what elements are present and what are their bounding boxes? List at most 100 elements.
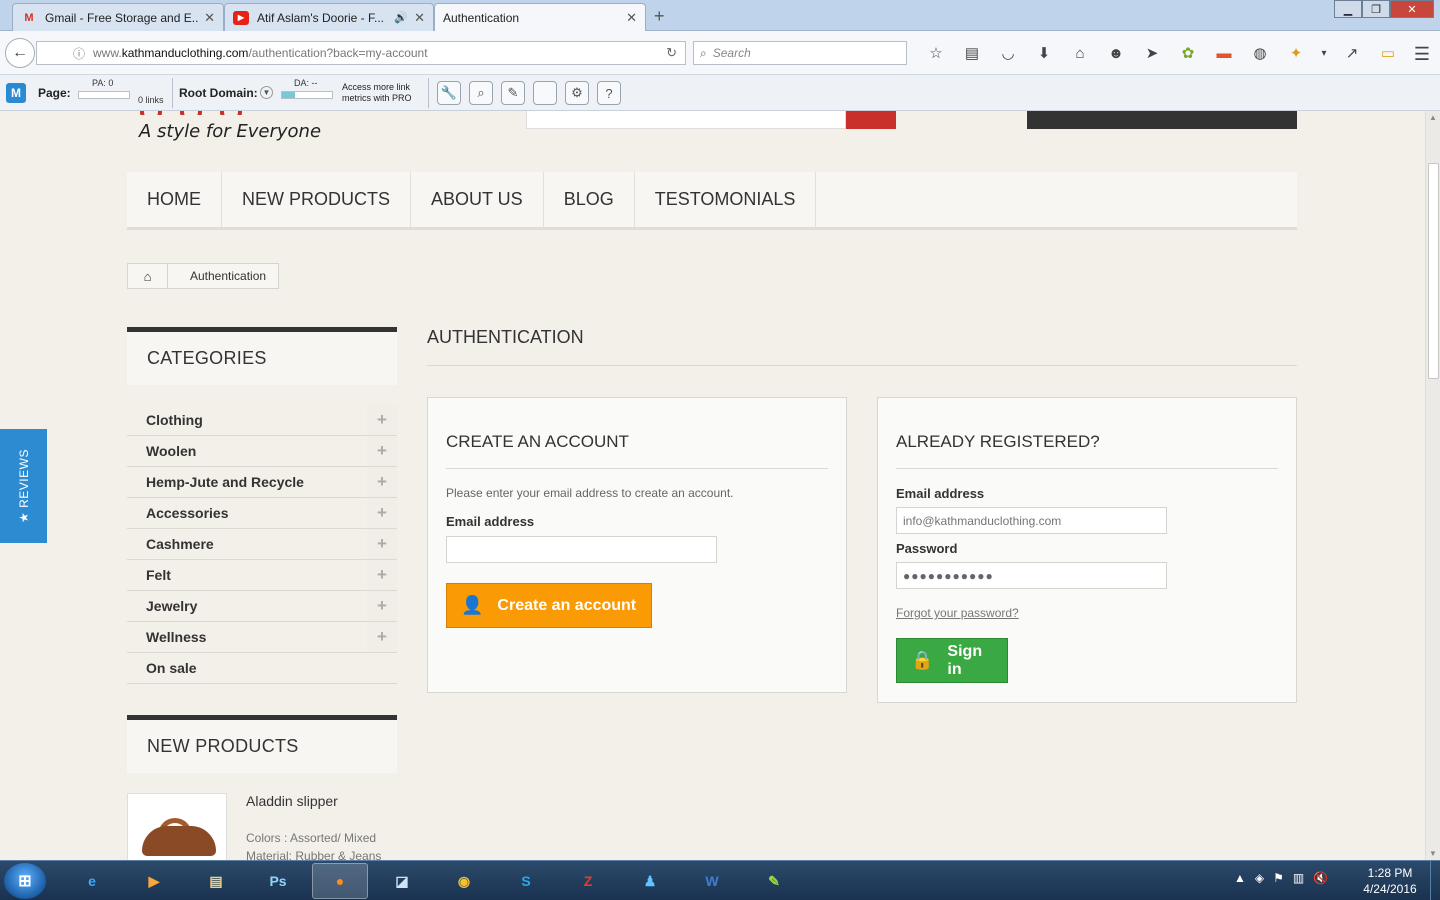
- globe-icon[interactable]: ◍: [1242, 41, 1278, 65]
- site-logo[interactable]: [140, 111, 320, 115]
- extension-flower-icon[interactable]: ✿: [1170, 41, 1206, 65]
- minimize-icon[interactable]: ▁: [1334, 0, 1362, 18]
- flag-icon[interactable]: ⚑: [1273, 871, 1284, 885]
- scroll-up-icon[interactable]: ▲: [1429, 113, 1437, 122]
- cart-button[interactable]: [1027, 111, 1297, 129]
- photoshop-icon[interactable]: Ps: [250, 863, 306, 899]
- home-icon[interactable]: ⌂: [1062, 41, 1098, 65]
- tab-youtube[interactable]: ▶ Atif Aslam's Doorie - F... 🔊 ✕: [224, 3, 434, 31]
- speaker-icon[interactable]: 🔊: [394, 11, 408, 24]
- volume-icon[interactable]: 🔇: [1313, 871, 1328, 885]
- nav-new-products[interactable]: NEW PRODUCTS: [222, 172, 411, 227]
- create-account-button[interactable]: 👤 Create an account: [446, 583, 652, 628]
- internet-explorer-icon[interactable]: e: [64, 863, 120, 899]
- reload-icon[interactable]: ↻: [666, 45, 677, 61]
- sign-in-button[interactable]: 🔒 Sign in: [896, 638, 1008, 683]
- highlight-box-icon[interactable]: [533, 81, 557, 105]
- system-clock[interactable]: 1:28 PM 4/24/2016: [1358, 865, 1422, 897]
- tray-app-icon[interactable]: ◈: [1255, 871, 1264, 885]
- notepad-plus-icon[interactable]: ✎: [746, 863, 802, 899]
- reading-list-icon[interactable]: ▤: [954, 41, 990, 65]
- new-tab-button[interactable]: +: [654, 6, 665, 27]
- category-item[interactable]: Accessories +: [127, 498, 397, 529]
- maximize-icon[interactable]: ❐: [1362, 0, 1390, 18]
- close-window-icon[interactable]: ✕: [1390, 0, 1434, 18]
- plus-icon[interactable]: +: [367, 560, 397, 590]
- scrollbar-thumb[interactable]: [1428, 163, 1439, 379]
- chrome-icon[interactable]: ◉: [436, 863, 492, 899]
- category-item[interactable]: Woolen +: [127, 436, 397, 467]
- page-scrollbar[interactable]: ▲ ▼: [1425, 111, 1440, 860]
- people-app-icon[interactable]: ♟: [622, 863, 678, 899]
- password-input[interactable]: [896, 562, 1167, 589]
- close-tab-icon[interactable]: ✕: [414, 10, 425, 26]
- nav-blog[interactable]: BLOG: [544, 172, 635, 227]
- site-search-input[interactable]: [526, 111, 846, 129]
- start-button[interactable]: ⊞: [4, 863, 46, 899]
- create-email-input[interactable]: [446, 536, 717, 563]
- notes-app-icon[interactable]: ◪: [374, 863, 430, 899]
- send-icon[interactable]: ➤: [1134, 41, 1170, 65]
- nav-about-us[interactable]: ABOUT US: [411, 172, 544, 227]
- moz-pro-text[interactable]: Access more link metrics with PRO: [342, 82, 422, 104]
- pencil-icon[interactable]: ✎: [501, 81, 525, 105]
- plus-icon[interactable]: +: [367, 622, 397, 652]
- hamburger-menu-icon[interactable]: ☰: [1414, 44, 1430, 65]
- word-icon[interactable]: W: [684, 863, 740, 899]
- network-icon[interactable]: ▥: [1293, 871, 1304, 885]
- extension-brush-icon[interactable]: ▬: [1206, 41, 1242, 65]
- category-item[interactable]: Clothing +: [127, 405, 397, 436]
- category-item[interactable]: Felt +: [127, 560, 397, 591]
- home-icon[interactable]: ⌂: [128, 264, 168, 288]
- plus-icon[interactable]: +: [367, 467, 397, 497]
- plus-icon[interactable]: +: [367, 591, 397, 621]
- show-desktop-button[interactable]: [1430, 861, 1440, 900]
- moz-logo-icon[interactable]: M: [6, 83, 26, 103]
- star-icon[interactable]: ☆: [918, 41, 954, 65]
- close-tab-icon[interactable]: ✕: [204, 10, 215, 26]
- close-tab-icon[interactable]: ✕: [626, 10, 637, 26]
- site-info-icon[interactable]: ⓘ: [73, 45, 85, 62]
- tab-gmail[interactable]: M Gmail - Free Storage and E... ✕: [12, 3, 224, 31]
- plus-icon[interactable]: +: [367, 405, 397, 435]
- firefox-icon[interactable]: ●: [312, 863, 368, 899]
- help-icon[interactable]: ?: [597, 81, 621, 105]
- gear-icon[interactable]: ⚙: [565, 81, 589, 105]
- category-item[interactable]: Hemp-Jute and Recycle +: [127, 467, 397, 498]
- plus-icon[interactable]: +: [367, 529, 397, 559]
- file-explorer-icon[interactable]: ▤: [188, 863, 244, 899]
- media-player-icon[interactable]: ▶: [126, 863, 182, 899]
- tray-expand-icon[interactable]: ▲: [1234, 871, 1246, 885]
- product-name[interactable]: Aladdin slipper: [246, 793, 338, 809]
- chat-icon[interactable]: ☻: [1098, 41, 1134, 65]
- magnifier-icon[interactable]: ⌕: [469, 81, 493, 105]
- nav-testimonials[interactable]: TESTOMONIALS: [635, 172, 817, 227]
- category-item[interactable]: Cashmere +: [127, 529, 397, 560]
- category-item[interactable]: On sale: [127, 653, 397, 684]
- skype-icon[interactable]: S: [498, 863, 554, 899]
- pin-icon[interactable]: ↗: [1334, 41, 1370, 65]
- nav-home[interactable]: HOME: [127, 172, 222, 227]
- plus-icon[interactable]: +: [367, 498, 397, 528]
- wrench-icon[interactable]: 🔧: [437, 81, 461, 105]
- site-search-button[interactable]: [846, 111, 896, 129]
- login-email-input[interactable]: [896, 507, 1167, 534]
- filezilla-icon[interactable]: Z: [560, 863, 616, 899]
- category-item[interactable]: Wellness +: [127, 622, 397, 653]
- extension-puzzle-icon[interactable]: ✦: [1278, 41, 1314, 65]
- forgot-password-link[interactable]: Forgot your password?: [896, 606, 1019, 620]
- download-icon[interactable]: ⬇: [1026, 41, 1062, 65]
- notes-icon[interactable]: ▭: [1370, 41, 1406, 65]
- chevron-down-icon[interactable]: ▼: [260, 86, 273, 99]
- browser-search-input[interactable]: ⌕ Search: [693, 41, 907, 65]
- product-thumbnail[interactable]: [127, 793, 227, 860]
- dropdown-icon[interactable]: ▾: [1314, 41, 1334, 65]
- category-item[interactable]: Jewelry +: [127, 591, 397, 622]
- scroll-down-icon[interactable]: ▼: [1429, 849, 1437, 858]
- pocket-icon[interactable]: ◡: [990, 41, 1026, 65]
- url-bar[interactable]: ⓘ www. kathmanduclothing.com/authenticati…: [36, 41, 686, 65]
- back-button[interactable]: ←: [5, 38, 35, 68]
- plus-icon[interactable]: +: [367, 436, 397, 466]
- reviews-side-tab[interactable]: ★ REVIEWS: [0, 429, 47, 543]
- tab-authentication[interactable]: Authentication ✕: [434, 3, 646, 31]
